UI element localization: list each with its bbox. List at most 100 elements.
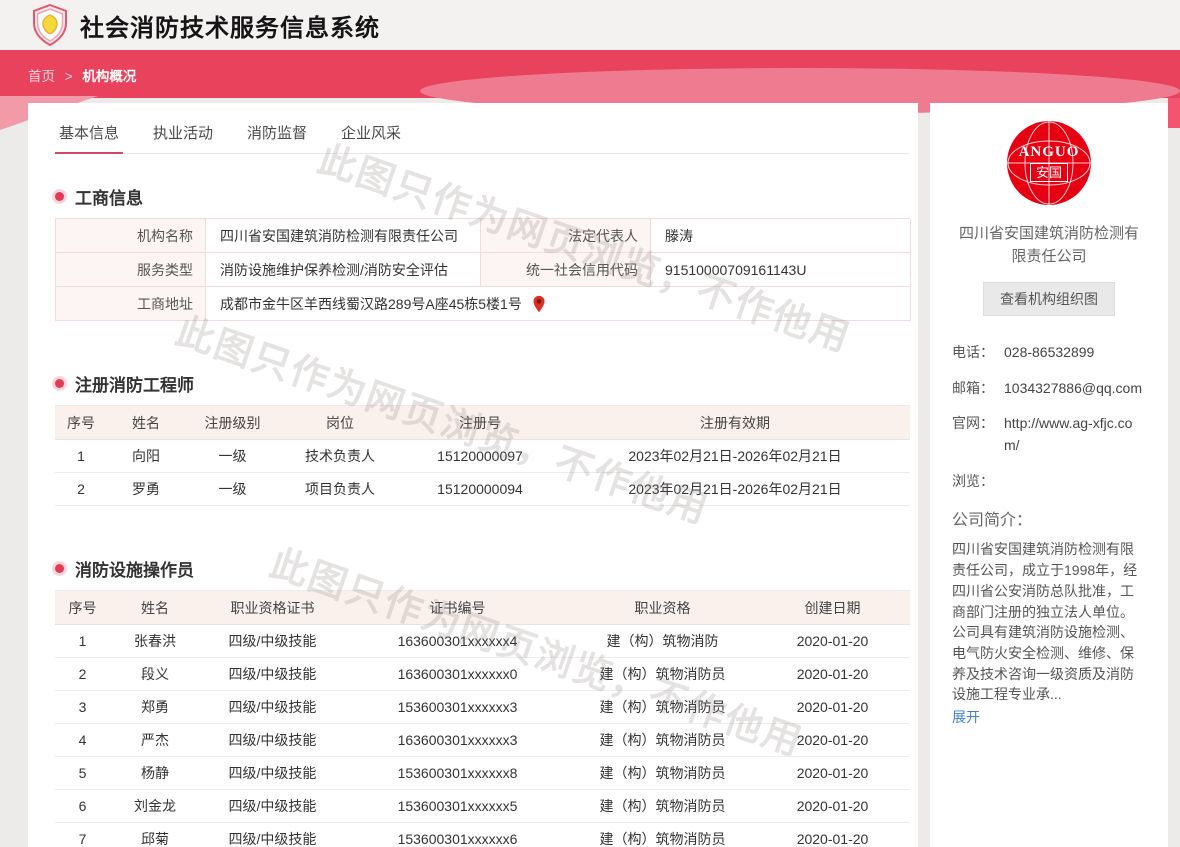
cell: 153600301xxxxxx3 [345,691,570,724]
column-header: 注册号 [400,406,560,440]
logo-text-en: ANGUO [1019,144,1080,161]
column-header: 注册有效期 [560,406,910,440]
right-edge-decoration [1168,98,1180,128]
section-title-text: 工商信息 [75,184,143,209]
contact-line: 浏览： [952,471,1146,493]
section-title-business-info: 工商信息 [55,184,910,209]
cell: 5 [55,757,110,790]
contact-label: 官网： [952,413,1004,456]
breadcrumb-separator: > [65,69,73,84]
cell: 2020-01-20 [755,823,910,847]
section-title-text: 注册消防工程师 [75,371,194,396]
contact-label: 邮箱： [952,378,1004,400]
cell: 一级 [185,473,280,506]
column-header: 证书编号 [345,591,570,625]
expand-link[interactable]: 展开 [952,707,980,727]
cell: 建（构）筑物消防员 [570,658,755,691]
cell: 项目负责人 [280,473,400,506]
tab-1[interactable]: 基本信息 [55,118,123,154]
cell: 2 [55,658,110,691]
business-info-table: 机构名称 四川省安国建筑消防检测有限责任公司 法定代表人 滕涛 服务类型 消防设… [55,218,910,321]
cell: 3 [55,691,110,724]
column-header: 序号 [55,406,107,440]
company-logo: ANGUO 安国 [1007,121,1091,205]
company-name: 四川省安国建筑消防检测有限责任公司 [952,223,1146,268]
site-title: 社会消防技术服务信息系统 [80,8,380,43]
cell: 四级/中级技能 [200,724,345,757]
field-label: 统一社会信用代码 [481,253,651,287]
app-header: 社会消防技术服务信息系统 [0,0,1180,50]
cell: 四级/中级技能 [200,790,345,823]
section-title-operators: 消防设施操作员 [55,556,910,581]
cell: 建（构）筑物消防员 [570,724,755,757]
field-value: 四川省安国建筑消防检测有限责任公司 [206,219,481,253]
column-header: 姓名 [107,406,185,440]
cell: 一级 [185,440,280,473]
contact-line: 电话：028-86532899 [952,342,1146,364]
contact-list: 电话：028-86532899邮箱：1034327886@qq.com官网：ht… [952,342,1146,492]
breadcrumb-current: 机构概况 [82,69,136,84]
cell: 2023年02月21日-2026年02月21日 [560,440,910,473]
cell: 建（构）筑物消防员 [570,790,755,823]
breadcrumb-banner: 首页 > 机构概况 [0,50,1180,98]
cell: 2020-01-20 [755,625,910,658]
field-value: 91510000709161143U [651,253,911,287]
tab-2[interactable]: 执业活动 [149,118,217,153]
contact-value: 1034327886@qq.com [1004,378,1146,400]
field-value-address: 成都市金牛区羊西线蜀汉路289号A座45栋5楼1号 [206,287,911,321]
cell: 建（构）筑物消防员 [570,757,755,790]
table-header-row: 序号姓名职业资格证书证书编号职业资格创建日期 [55,591,910,625]
column-header: 姓名 [110,591,200,625]
contact-label: 电话： [952,342,1004,364]
map-pin-icon[interactable] [532,295,546,313]
cell: 15120000094 [400,473,560,506]
cell: 2023年02月21日-2026年02月21日 [560,473,910,506]
table-row: 1张春洪四级/中级技能163600301xxxxxx4建（构）筑物消防2020-… [55,625,910,658]
contact-line: 官网：http://www.ag-xfjc.com/ [952,413,1146,456]
cell: 163600301xxxxxx4 [345,625,570,658]
cell: 2020-01-20 [755,724,910,757]
tab-3[interactable]: 消防监督 [243,118,311,153]
cell: 四级/中级技能 [200,625,345,658]
table-row: 2段义四级/中级技能163600301xxxxxx0建（构）筑物消防员2020-… [55,658,910,691]
cell: 2 [55,473,107,506]
column-header: 创建日期 [755,591,910,625]
section-title-engineers: 注册消防工程师 [55,371,910,396]
cell: 2020-01-20 [755,757,910,790]
field-label: 法定代表人 [481,219,651,253]
cell: 建（构）筑物消防 [570,625,755,658]
cell: 向阳 [107,440,185,473]
address-text: 成都市金牛区羊西线蜀汉路289号A座45栋5楼1号 [220,294,522,314]
cell: 4 [55,724,110,757]
cell: 163600301xxxxxx3 [345,724,570,757]
cell: 严杰 [110,724,200,757]
main-content-panel: 基本信息执业活动消防监督企业风采 工商信息 机构名称 四川省安国建筑消防检测有限… [28,103,918,847]
cell: 四级/中级技能 [200,691,345,724]
view-org-chart-button[interactable]: 查看机构组织图 [983,282,1115,316]
site-logo-shield-icon [32,4,68,46]
contact-label: 浏览： [952,471,1004,493]
cell: 杨静 [110,757,200,790]
field-label: 机构名称 [56,219,206,253]
cell: 四级/中级技能 [200,823,345,847]
cell: 2020-01-20 [755,658,910,691]
table-row: 1向阳一级技术负责人151200000972023年02月21日-2026年02… [55,440,910,473]
column-header: 职业资格 [570,591,755,625]
cell: 15120000097 [400,440,560,473]
cell: 建（构）筑物消防员 [570,823,755,847]
cell: 郑勇 [110,691,200,724]
company-sidebar: ANGUO 安国 四川省安国建筑消防检测有限责任公司 查看机构组织图 电话：02… [930,103,1168,847]
section-bullet-icon [55,379,64,388]
cell: 1 [55,440,107,473]
breadcrumb-home-link[interactable]: 首页 [28,69,55,84]
logo-text-cn: 安国 [1030,163,1068,182]
contact-value [1004,471,1146,493]
company-logo-globe-icon: ANGUO 安国 [1007,121,1091,205]
contact-value: 028-86532899 [1004,342,1146,364]
section-bullet-icon [55,564,64,573]
company-intro-title: 公司简介： [952,506,1146,530]
cell: 张春洪 [110,625,200,658]
table-row: 2罗勇一级项目负责人151200000942023年02月21日-2026年02… [55,473,910,506]
cell: 罗勇 [107,473,185,506]
tab-4[interactable]: 企业风采 [337,118,405,153]
